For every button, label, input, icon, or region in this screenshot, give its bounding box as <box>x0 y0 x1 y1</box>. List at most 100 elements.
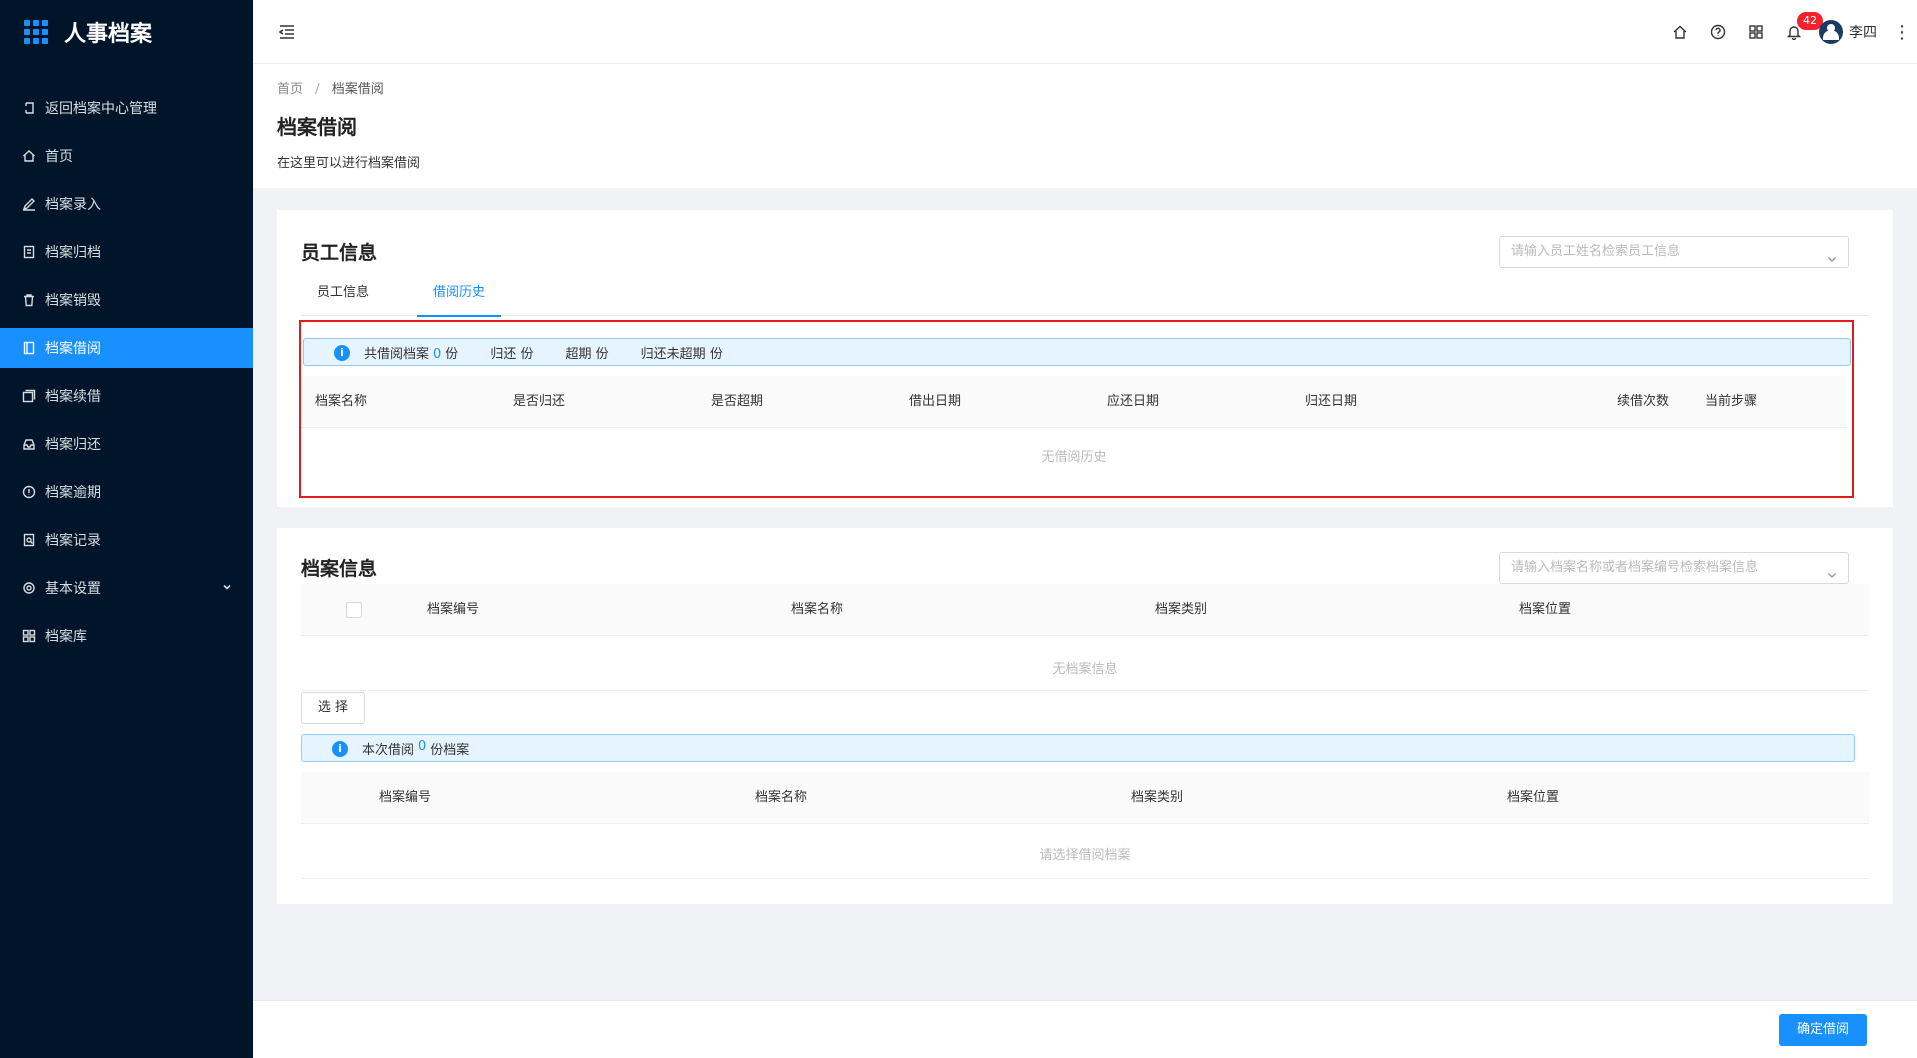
sidebar-item-return[interactable]: 返回档案中心管理 <box>0 88 253 128</box>
employee-card-title: 员工信息 <box>301 242 378 264</box>
chevron-down-icon <box>1826 247 1838 262</box>
chevron-down-icon <box>221 581 233 593</box>
user-menu[interactable]: 李四 <box>1813 0 1887 64</box>
select-all-checkbox[interactable] <box>346 602 362 618</box>
borrow-summary-alert: i 共借阅档案 0 份 归还 份 超期 份 归还未超期 份 <box>303 338 1851 366</box>
tab-borrow-history[interactable]: 借阅历史 <box>417 280 502 317</box>
returned-label: 归还 <box>490 346 517 362</box>
more-vertical-icon[interactable]: ⋮ <box>1887 0 1917 64</box>
sidebar-item-label: 档案逾期 <box>45 485 101 501</box>
sidebar-item-archive[interactable]: 档案归档 <box>0 232 253 272</box>
sidebar-item-label: 档案录入 <box>45 197 101 213</box>
sidebar-item-label: 基本设置 <box>45 581 101 597</box>
top-header: 42 李四 ⋮ <box>253 0 1917 64</box>
home-icon[interactable] <box>1661 0 1699 64</box>
tab-employee-info[interactable]: 员工信息 <box>301 280 385 316</box>
menu-fold-icon[interactable] <box>277 22 297 42</box>
borrow-count-prefix: 本次借阅 <box>362 742 415 758</box>
confirm-borrow-button[interactable]: 确定借阅 <box>1779 1014 1867 1046</box>
breadcrumb: 首页 / 档案借阅 <box>277 78 1893 97</box>
breadcrumb-current: 档案借阅 <box>331 82 384 97</box>
sidebar-item-settings[interactable]: 基本设置 <box>0 568 253 608</box>
footer-bar: 确定借阅 <box>253 1000 1917 1058</box>
apps-icon[interactable] <box>1737 0 1775 64</box>
sidebar-item-destroy[interactable]: 档案销毁 <box>0 280 253 320</box>
column-header: 是否归还 <box>513 394 566 409</box>
sidebar-item-label: 档案销毁 <box>45 293 101 309</box>
column-header: 档案类别 <box>1155 602 1208 617</box>
archive-info-card: 档案信息 请输入档案名称或者档案编号检索档案信息 档案编号 档案名称 档案类别 … <box>277 528 1893 904</box>
column-header: 续借次数 <box>1617 394 1670 409</box>
column-header: 档案名称 <box>791 602 844 617</box>
trash-icon <box>22 293 36 307</box>
employee-search-placeholder: 请输入员工姓名检索员工信息 <box>1511 244 1681 259</box>
column-header: 档案类别 <box>1131 790 1184 805</box>
select-button[interactable]: 选 择 <box>301 692 365 724</box>
breadcrumb-home[interactable]: 首页 <box>277 82 303 97</box>
employee-tabs: 员工信息 借阅历史 <box>301 280 1869 317</box>
selected-archive-empty: 请选择借阅档案 <box>1039 848 1131 863</box>
archive-search-select[interactable]: 请输入档案名称或者档案编号检索档案信息 <box>1499 552 1849 584</box>
sidebar: 人事档案 返回档案中心管理 首页 档案录入 档案归档 档案销毁 档案借阅 档案续… <box>0 0 253 1058</box>
bell-icon[interactable]: 42 <box>1775 0 1823 64</box>
sidebar-item-borrow[interactable]: 档案借阅 <box>0 328 253 368</box>
sidebar-menu: 返回档案中心管理 首页 档案录入 档案归档 档案销毁 档案借阅 档案续借 档案归… <box>0 88 253 656</box>
record-icon <box>22 533 36 547</box>
employee-search-select[interactable]: 请输入员工姓名检索员工信息 <box>1499 236 1849 268</box>
app-grid-icon <box>24 20 48 44</box>
page-description: 在这里可以进行档案借阅 <box>277 156 421 171</box>
archive-icon <box>22 245 36 259</box>
borrow-count-alert: i 本次借阅 0 份档案 <box>301 734 1855 762</box>
column-header: 档案位置 <box>1507 790 1560 805</box>
help-icon[interactable] <box>1699 0 1737 64</box>
sidebar-item-return-archive[interactable]: 档案归还 <box>0 424 253 464</box>
gear-icon <box>22 581 36 595</box>
sidebar-item-entry[interactable]: 档案录入 <box>0 184 253 224</box>
sidebar-item-renew[interactable]: 档案续借 <box>0 376 253 416</box>
inbox-icon <box>22 437 36 451</box>
sidebar-item-label: 首页 <box>45 149 73 165</box>
column-header: 档案名称 <box>755 790 808 805</box>
overdue-unit: 份 <box>595 346 609 362</box>
archive-search-placeholder: 请输入档案名称或者档案编号检索档案信息 <box>1511 560 1759 575</box>
sidebar-item-label: 档案记录 <box>45 533 101 549</box>
sidebar-item-record[interactable]: 档案记录 <box>0 520 253 560</box>
divider <box>301 878 1869 879</box>
column-header: 应还日期 <box>1107 394 1160 409</box>
edit-icon <box>22 197 36 211</box>
borrow-history-table-header: 档案名称 是否归还 是否超期 借出日期 应还日期 归还日期 续借次数 当前步骤 <box>301 376 1847 428</box>
sidebar-item-label: 档案归还 <box>45 437 101 453</box>
sidebar-item-library[interactable]: 档案库 <box>0 616 253 656</box>
app-logo[interactable]: 人事档案 <box>0 0 253 64</box>
column-header: 档案编号 <box>379 790 432 805</box>
archive-card-title: 档案信息 <box>301 558 378 580</box>
borrow-count-value: 0 <box>418 738 427 754</box>
employee-info-card: 员工信息 请输入员工姓名检索员工信息 员工信息 借阅历史 i 共借阅档案 0 份 归… <box>277 210 1893 507</box>
sidebar-item-home[interactable]: 首页 <box>0 136 253 176</box>
archive-table-header: 档案编号 档案名称 档案类别 档案位置 <box>301 584 1869 636</box>
total-borrowed-value: 0 <box>433 346 442 362</box>
info-icon: i <box>334 345 350 361</box>
total-borrowed-unit: 份 <box>445 346 459 362</box>
sidebar-item-overdue[interactable]: 档案逾期 <box>0 472 253 512</box>
divider <box>301 690 1869 691</box>
header-actions: 42 李四 ⋮ <box>1661 0 1917 64</box>
breadcrumb-separator: / <box>315 82 320 97</box>
user-name: 李四 <box>1849 25 1877 41</box>
column-header: 档案位置 <box>1519 602 1572 617</box>
sidebar-item-label: 返回档案中心管理 <box>45 101 157 117</box>
column-header: 档案名称 <box>315 394 368 409</box>
home-icon <box>22 149 36 163</box>
sidebar-item-label: 档案库 <box>45 629 87 645</box>
sidebar-item-label: 档案借阅 <box>45 341 101 357</box>
unreturned-label: 归还未超期 <box>640 346 706 362</box>
grid-icon <box>22 629 36 643</box>
alert-circle-icon <box>22 485 36 499</box>
column-header: 是否超期 <box>711 394 764 409</box>
overdue-label: 超期 <box>565 346 592 362</box>
info-icon: i <box>332 741 348 757</box>
copy-icon <box>22 389 36 403</box>
app-title: 人事档案 <box>64 22 153 47</box>
book-icon <box>22 341 36 355</box>
unreturned-unit: 份 <box>709 346 723 362</box>
